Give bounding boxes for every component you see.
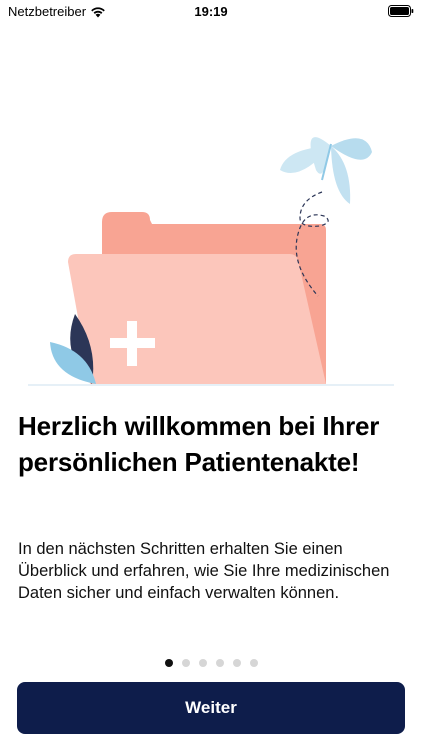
page-dot-5[interactable] (232, 659, 241, 667)
status-bar: Netzbetreiber 19:19 (0, 0, 422, 24)
page-title: Herzlich willkommen bei Ihrer persönlich… (18, 411, 380, 477)
page-indicator[interactable] (0, 659, 422, 669)
page-dot-3[interactable] (198, 659, 207, 667)
page-dot-6[interactable] (249, 659, 258, 667)
folder-with-medical-cross (68, 212, 326, 384)
onboarding-illustration (28, 137, 394, 386)
continue-button[interactable]: Weiter (17, 682, 405, 734)
butterfly-icon (280, 137, 372, 204)
page-dot-1[interactable] (164, 659, 173, 667)
status-time: 19:19 (194, 4, 228, 19)
page-dot-4[interactable] (215, 659, 224, 667)
page-dot-2[interactable] (181, 659, 190, 667)
battery-icon (388, 5, 414, 17)
intro-text: In den nächsten Schritten erhalten Sie e… (18, 540, 390, 602)
